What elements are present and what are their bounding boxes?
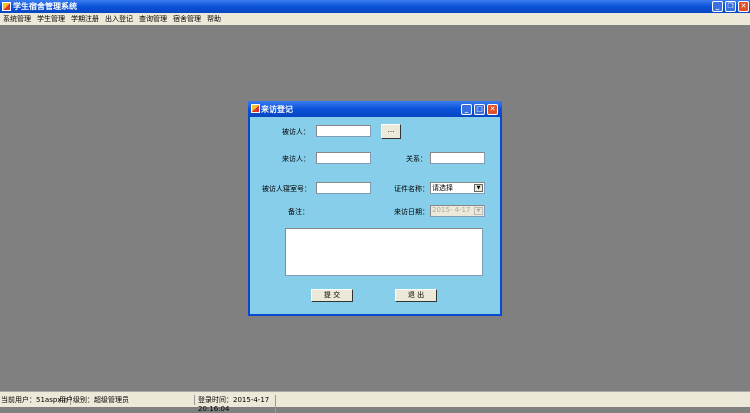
chevron-down-icon[interactable]: ▼ xyxy=(474,184,483,192)
date-label: 来访日期： xyxy=(394,208,429,216)
dialog-icon xyxy=(251,104,260,113)
exit-button[interactable]: 退 出 xyxy=(395,289,437,302)
app-title: 学生宿舍管理系统 xyxy=(13,2,77,11)
status-user-level: 用户级别：超级管理员 xyxy=(59,395,195,405)
date-value: 2015- 4-17 xyxy=(432,206,471,214)
relation-input[interactable] xyxy=(430,152,485,164)
date-picker[interactable]: 2015- 4-17 ▼ xyxy=(430,205,485,217)
browse-button[interactable]: ... xyxy=(381,124,401,139)
menu-query[interactable]: 查询管理 xyxy=(136,13,170,25)
menu-system[interactable]: 系统管理 xyxy=(0,13,34,25)
menu-bar: 系统管理 学生管理 学期注册 出入登记 查询管理 宿舍管理 帮助 xyxy=(0,13,750,25)
visited-input[interactable] xyxy=(316,125,371,137)
status-login-time: 登录时间：2015-4-17 20:16:04 xyxy=(198,395,276,413)
restore-button[interactable]: ❐ xyxy=(725,1,736,12)
main-title-bar: 学生宿舍管理系统 _ ❐ ✕ xyxy=(0,0,750,13)
visited-label: 被访人： xyxy=(282,128,310,136)
menu-help[interactable]: 帮助 xyxy=(204,13,224,25)
dialog-title: 来访登记 xyxy=(261,105,293,114)
chevron-down-icon[interactable]: ▼ xyxy=(474,207,483,215)
visitor-registration-dialog: 来访登记 _ □ ✕ 被访人： ... 来访人： 关系： 被访人寝室号： 证件名… xyxy=(248,101,502,316)
menu-access-log[interactable]: 出入登记 xyxy=(102,13,136,25)
dialog-minimize-button[interactable]: _ xyxy=(461,104,472,115)
visitor-label: 来访人： xyxy=(282,155,310,163)
menu-dorm[interactable]: 宿舍管理 xyxy=(170,13,204,25)
id-type-label: 证件名称： xyxy=(394,185,429,193)
visitor-input[interactable] xyxy=(316,152,371,164)
dialog-close-button[interactable]: ✕ xyxy=(487,104,498,115)
app-icon xyxy=(2,2,11,11)
menu-term-register[interactable]: 学期注册 xyxy=(68,13,102,25)
relation-label: 关系： xyxy=(406,155,427,163)
id-type-value: 请选择 xyxy=(432,184,453,192)
remark-label: 备注： xyxy=(288,208,309,216)
status-bar: 当前用户：51aspx.n 用户级别：超级管理员 登录时间：2015-4-17 … xyxy=(0,391,750,413)
submit-button[interactable]: 提 交 xyxy=(311,289,353,302)
menu-student[interactable]: 学生管理 xyxy=(34,13,68,25)
room-label: 被访人寝室号： xyxy=(262,185,311,193)
remark-textarea[interactable] xyxy=(285,228,483,276)
id-type-select[interactable]: 请选择 ▼ xyxy=(430,182,485,194)
room-input[interactable] xyxy=(316,182,371,194)
dialog-maximize-button[interactable]: □ xyxy=(474,104,485,115)
close-button[interactable]: ✕ xyxy=(738,1,749,12)
dialog-title-bar: 来访登记 _ □ ✕ xyxy=(248,101,502,117)
minimize-button[interactable]: _ xyxy=(712,1,723,12)
